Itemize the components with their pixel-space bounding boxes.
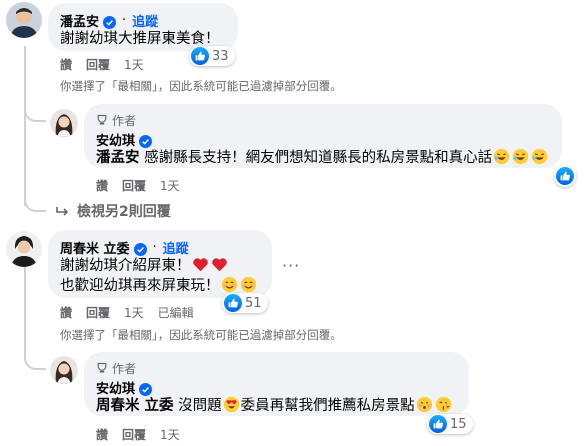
timestamp[interactable]: 1天 <box>160 177 180 194</box>
author-label: 作者 <box>112 113 137 128</box>
commenter-name[interactable]: 安幼琪 <box>96 378 135 397</box>
reaction-badge[interactable] <box>554 165 576 187</box>
verified-badge-icon <box>103 14 117 29</box>
like-button[interactable]: 讚 <box>60 56 72 73</box>
red-heart-emoji <box>191 258 210 274</box>
view-more-replies-link[interactable]: 檢視另2則回覆 <box>77 201 171 221</box>
comment-actions: 讚 回覆 1天 <box>60 56 144 73</box>
like-reaction-icon <box>224 294 242 312</box>
commenter-name[interactable]: 安幼琪 <box>96 130 135 149</box>
view-more-icon <box>56 203 70 222</box>
red-heart-emoji <box>210 258 229 274</box>
reply-text-body: 感謝縣長支持！網友們想知道縣長的私房景點和真心話 <box>144 150 493 166</box>
reaction-badge[interactable]: 15 <box>427 414 473 434</box>
comment-actions: 讚 回覆 1天 已編輯 <box>60 304 194 321</box>
like-reaction-icon <box>429 415 447 433</box>
reply-text: 潘孟安 感謝縣長支持！網友們想知道縣長的私房景點和真心話 <box>96 148 550 168</box>
thread-line <box>24 46 26 206</box>
thread-curve <box>24 190 46 212</box>
thread-curve <box>24 90 46 122</box>
reply-button[interactable]: 回覆 <box>86 56 110 73</box>
reply-actions: 讚 回覆 1天 <box>96 177 180 194</box>
smiling-emoji <box>239 276 258 294</box>
comment-text-line-1: 謝謝幼琪介紹屏東！ <box>60 256 260 276</box>
mention-link[interactable]: 周春米 立委 <box>96 398 174 414</box>
follow-button[interactable]: 追蹤 <box>132 11 158 30</box>
timestamp[interactable]: 1天 <box>124 304 144 321</box>
avatar[interactable] <box>50 109 78 137</box>
like-reaction-icon <box>191 47 209 65</box>
rofl-emoji <box>530 148 549 166</box>
more-options-icon[interactable]: ··· <box>282 256 300 275</box>
timestamp[interactable]: 1天 <box>160 426 180 443</box>
reply-text-body: 沒問題 <box>178 398 222 414</box>
author-badge-icon <box>96 359 108 378</box>
reply-button[interactable]: 回覆 <box>122 426 146 443</box>
commenter-name[interactable]: 潘孟安 <box>60 11 99 30</box>
like-button[interactable]: 讚 <box>96 177 108 194</box>
reply-text-body: 委員再幫我們推薦私房景點 <box>240 398 415 414</box>
comment-bubble: 周春米 立委 · 追蹤 謝謝幼琪介紹屏東！ 也歡迎幼琪再來屏東玩！ <box>48 230 272 298</box>
like-reaction-icon <box>556 167 574 185</box>
reply-actions: 讚 回覆 1天 <box>96 426 180 443</box>
separator-dot: · <box>122 12 127 28</box>
timestamp[interactable]: 1天 <box>124 56 144 73</box>
reply-bubble: 作者 安幼琪 周春米 立委 沒問題 委員再幫我們推薦私房景點 <box>84 352 469 416</box>
reaction-count: 51 <box>245 295 262 311</box>
like-button[interactable]: 讚 <box>96 426 108 443</box>
comment-text: 也歡迎幼琪再來屏東玩！ <box>60 278 220 294</box>
verified-badge-icon <box>139 133 153 148</box>
mention-link[interactable]: 潘孟安 <box>96 150 140 166</box>
separator-dot: · <box>152 239 157 255</box>
like-button[interactable]: 讚 <box>60 304 72 321</box>
blushing-emoji <box>415 396 434 414</box>
reaction-count: 33 <box>212 48 229 64</box>
avatar[interactable] <box>6 231 42 267</box>
verified-badge-icon <box>139 381 153 396</box>
verified-badge-icon <box>133 241 147 256</box>
reaction-badge[interactable]: 33 <box>189 46 235 66</box>
edited-label: 已編輯 <box>157 306 194 320</box>
author-badge-icon <box>96 111 108 130</box>
thread-curve <box>24 334 46 370</box>
commenter-name[interactable]: 周春米 立委 <box>60 238 130 257</box>
reaction-count: 15 <box>450 416 467 432</box>
reply-button[interactable]: 回覆 <box>86 304 110 321</box>
filter-notice: 你選擇了「最相關」，因此系統可能已過濾掉部分回覆。 <box>60 79 342 93</box>
reply-button[interactable]: 回覆 <box>122 177 146 194</box>
rofl-emoji <box>511 148 530 166</box>
author-label: 作者 <box>112 361 137 376</box>
reply-bubble: 作者 安幼琪 潘孟安 感謝縣長支持！網友們想知道縣長的私房景點和真心話 <box>84 104 562 168</box>
reply-text: 周春米 立委 沒問題 委員再幫我們推薦私房景點 <box>96 396 457 416</box>
rofl-emoji <box>492 148 511 166</box>
kissing-emoji <box>434 396 453 414</box>
comment-bubble: 潘孟安 · 追蹤 謝謝幼琪大推屏東美食！ <box>48 3 238 51</box>
avatar[interactable] <box>6 2 42 38</box>
smiling-emoji <box>220 276 239 294</box>
comment-text: 謝謝幼琪介紹屏東！ <box>60 258 191 274</box>
filter-notice: 你選擇了「最相關」，因此系統可能已過濾掉部分回覆。 <box>60 328 342 342</box>
avatar[interactable] <box>50 356 78 384</box>
reaction-badge[interactable]: 51 <box>222 293 268 313</box>
heart-eyes-emoji <box>222 396 241 414</box>
follow-button[interactable]: 追蹤 <box>163 238 189 257</box>
